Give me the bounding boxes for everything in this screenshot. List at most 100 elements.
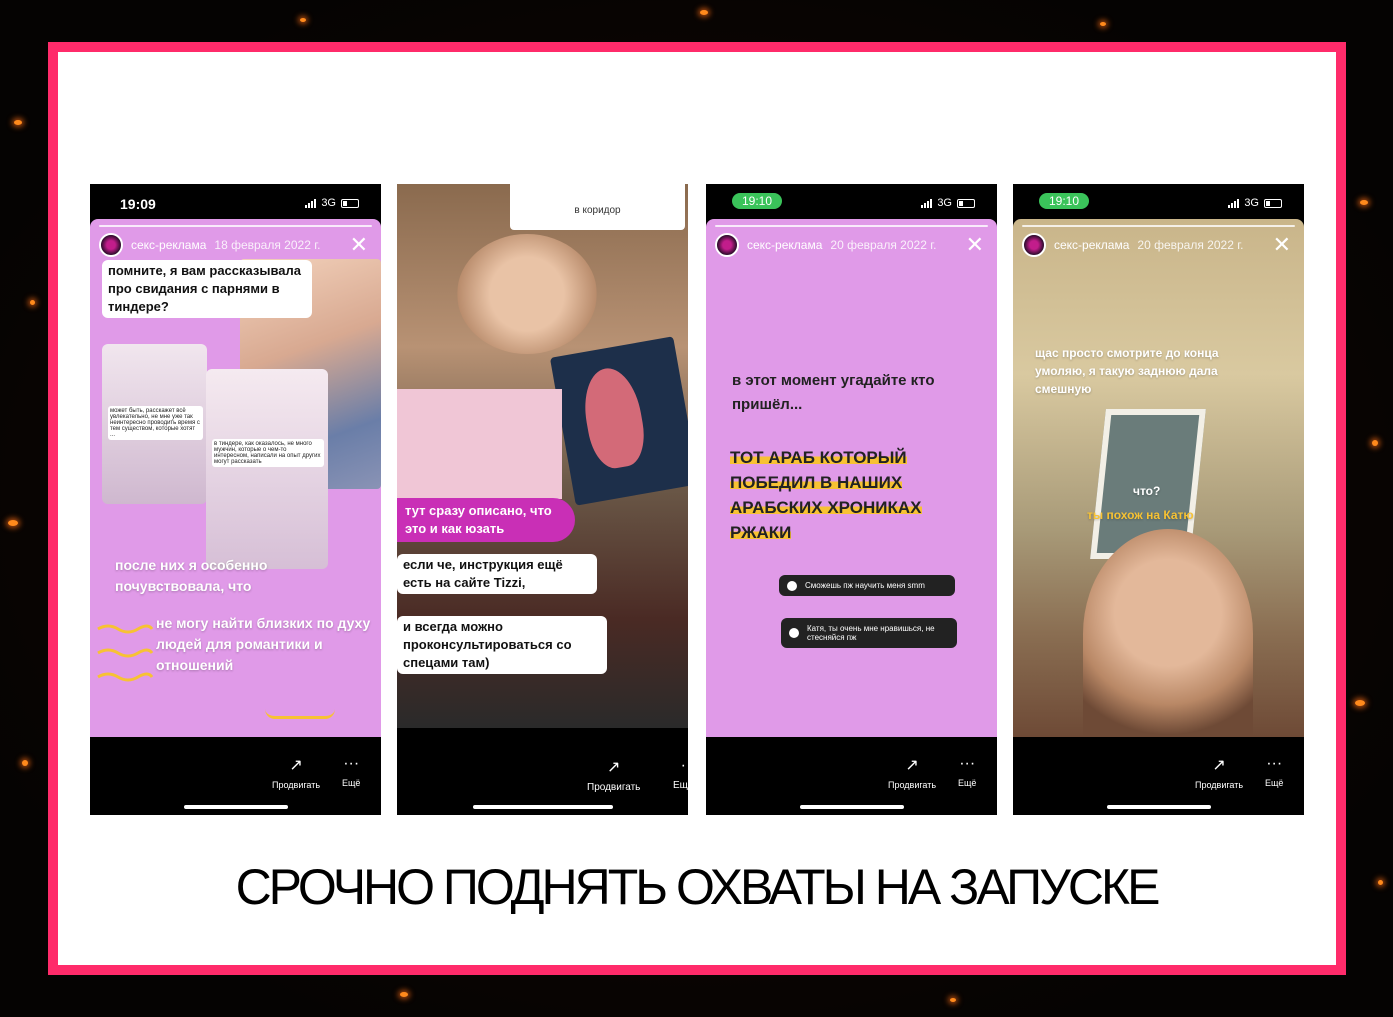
story-caption-2: если че, инструкция ещё есть на сайте Ti… — [397, 554, 597, 594]
network-indicator: 3G — [1228, 197, 1282, 209]
more-label: Ещё — [673, 780, 688, 791]
story-date: 18 февраля 2022 г. — [214, 238, 321, 252]
promote-label: Продвигать — [888, 780, 937, 790]
status-bar: 19:09 3G — [90, 184, 381, 220]
story-text-intro: помните, я вам рассказывала про свидания… — [102, 260, 312, 318]
more-button[interactable]: · Ещё — [673, 757, 688, 791]
signal-icon — [305, 198, 317, 208]
story-actions-bar: ↗ Продвигать ··· Ещё — [1013, 737, 1304, 815]
story-header: секс-реклама 20 февраля 2022 г. ✕ — [1022, 233, 1295, 257]
home-indicator[interactable] — [183, 805, 288, 809]
network-label: 3G — [1244, 197, 1259, 209]
avatar[interactable] — [99, 233, 123, 257]
story-actions-bar: ↗ Продвигать ··· Ещё — [706, 737, 997, 815]
embedded-note: в тиндере, как оказалось, не много мужчи… — [212, 439, 324, 467]
network-label: 3G — [321, 197, 336, 209]
promote-label: Продвигать — [587, 782, 641, 793]
home-indicator[interactable] — [472, 805, 613, 809]
story-caption-1: тут сразу описано, что это и как юзать — [397, 498, 575, 542]
phone-screenshot-1: 19:09 3G секс-реклама 18 февраля 2022 г.… — [90, 184, 381, 815]
trend-up-icon: ↗ — [905, 757, 919, 774]
close-icon[interactable]: ✕ — [350, 233, 368, 257]
question-answer-2[interactable]: Катя, ты очень мне нравишься, не стесняй… — [781, 618, 957, 648]
home-indicator[interactable] — [1106, 805, 1211, 809]
story-progress — [1022, 225, 1295, 227]
story-view[interactable]: секс-реклама 18 февраля 2022 г. ✕ помнит… — [90, 219, 381, 737]
story-header: секс-реклама 20 февраля 2022 г. ✕ — [715, 233, 988, 257]
battery-icon — [1264, 198, 1282, 208]
promote-button[interactable]: ↗ Продвигать — [587, 757, 640, 793]
status-bar: 19:10 3G — [1013, 184, 1304, 220]
embedded-story-card: в тиндере, как оказалось, не много мужчи… — [206, 369, 328, 569]
embedded-note: может быть, расскажет всё увлекательно, … — [108, 406, 203, 440]
more-label: Ещё — [958, 778, 977, 788]
story-text-2: что? — [1133, 484, 1161, 498]
story-view[interactable]: секс-реклама 20 февраля 2022 г. ✕ щас пр… — [1013, 219, 1304, 737]
avatar[interactable] — [715, 233, 739, 257]
underline-decoration — [265, 709, 335, 719]
more-dots-icon: ··· — [1266, 755, 1283, 772]
network-indicator: 3G — [921, 197, 975, 209]
story-text-3: ты похож на Катю — [1087, 508, 1194, 522]
story-progress — [99, 225, 372, 227]
signal-icon — [921, 198, 933, 208]
story-date: 20 февраля 2022 г. — [830, 238, 937, 252]
face-photo — [457, 234, 597, 354]
story-progress — [715, 225, 988, 227]
product-box — [549, 336, 688, 506]
status-bar: 19:10 3G — [706, 184, 997, 220]
story-actions-bar: ↗ Продвигать ··· Ещё — [90, 737, 381, 815]
close-icon[interactable]: ✕ — [1273, 233, 1291, 257]
account-name[interactable]: секс-реклама — [1054, 238, 1129, 252]
promote-label: Продвигать — [1195, 780, 1244, 790]
story-text-1: щас просто смотрите до конца умоляю, я т… — [1035, 346, 1219, 396]
page-title: СРОЧНО ПОДНЯТЬ ОХВАТЫ НА ЗАПУСКЕ — [235, 859, 1161, 915]
question-answer-1[interactable]: Сможешь пж научить меня smm — [779, 575, 955, 596]
promote-button[interactable]: ↗ Продвигать — [272, 755, 320, 790]
clock: 19:10 — [732, 193, 783, 209]
avatar[interactable] — [1022, 233, 1046, 257]
clock: 19:10 — [1039, 193, 1090, 209]
more-button[interactable]: ··· Ещё — [1265, 755, 1283, 788]
story-actions-bar: ↗ Продвигать · Ещё — [397, 737, 688, 815]
account-name[interactable]: секс-реклама — [131, 238, 206, 252]
promote-button[interactable]: ↗ Продвигать — [888, 755, 936, 790]
story-text-2: ТОТ АРАБ КОТОРЫЙ ПОБЕДИЛ В НАШИХ АРАБСКИ… — [730, 445, 970, 545]
story-view[interactable]: в коридор тут сразу описано, что это и к… — [397, 184, 688, 728]
close-icon[interactable]: ✕ — [966, 233, 984, 257]
embedded-story-card: может быть, расскажет всё увлекательно, … — [102, 344, 207, 504]
more-dots-icon: ··· — [343, 755, 360, 772]
promote-button[interactable]: ↗ Продвигать — [1195, 755, 1243, 790]
home-indicator[interactable] — [799, 805, 904, 809]
more-label: Ещё — [342, 778, 361, 788]
account-name[interactable]: секс-реклама — [747, 238, 822, 252]
face-photo — [1083, 529, 1253, 737]
more-dots-icon: ··· — [959, 755, 976, 772]
highlighted-text: ТОТ АРАБ КОТОРЫЙ ПОБЕДИЛ В НАШИХ АРАБСКИ… — [730, 448, 922, 542]
trend-up-icon: ↗ — [289, 757, 303, 774]
clock: 19:09 — [120, 196, 156, 212]
instruction-booklet — [397, 389, 562, 499]
signal-icon — [1228, 198, 1240, 208]
story-header: секс-реклама 18 февраля 2022 г. ✕ — [99, 233, 372, 257]
phone-screenshot-2: в коридор тут сразу описано, что это и к… — [397, 184, 688, 815]
more-button[interactable]: ··· Ещё — [342, 755, 360, 788]
story-text-main: после них я особенно почувствовала, что — [115, 557, 268, 594]
story-text-1: в этот момент угадайте кто пришёл... — [732, 372, 935, 413]
network-indicator: 3G — [305, 197, 359, 209]
story-caption-3: и всегда можно проконсультироваться со с… — [397, 616, 607, 674]
promote-label: Продвигать — [272, 780, 321, 790]
more-button[interactable]: ··· Ещё — [958, 755, 976, 788]
story-date: 20 февраля 2022 г. — [1137, 238, 1244, 252]
network-label: 3G — [937, 197, 952, 209]
phone-screenshot-3: 19:10 3G секс-реклама 20 февраля 2022 г.… — [706, 184, 997, 815]
story-view[interactable]: секс-реклама 20 февраля 2022 г. ✕ в этот… — [706, 219, 997, 737]
wave-underline-decoration — [96, 617, 154, 697]
more-dots-icon: · — [680, 757, 686, 774]
battery-icon — [957, 198, 975, 208]
trend-up-icon: ↗ — [606, 759, 621, 776]
battery-icon — [341, 198, 359, 208]
more-label: Ещё — [1265, 778, 1284, 788]
story-text-highlight: не могу найти близких по духу людей для … — [156, 615, 371, 673]
reply-box: в коридор — [510, 184, 685, 230]
